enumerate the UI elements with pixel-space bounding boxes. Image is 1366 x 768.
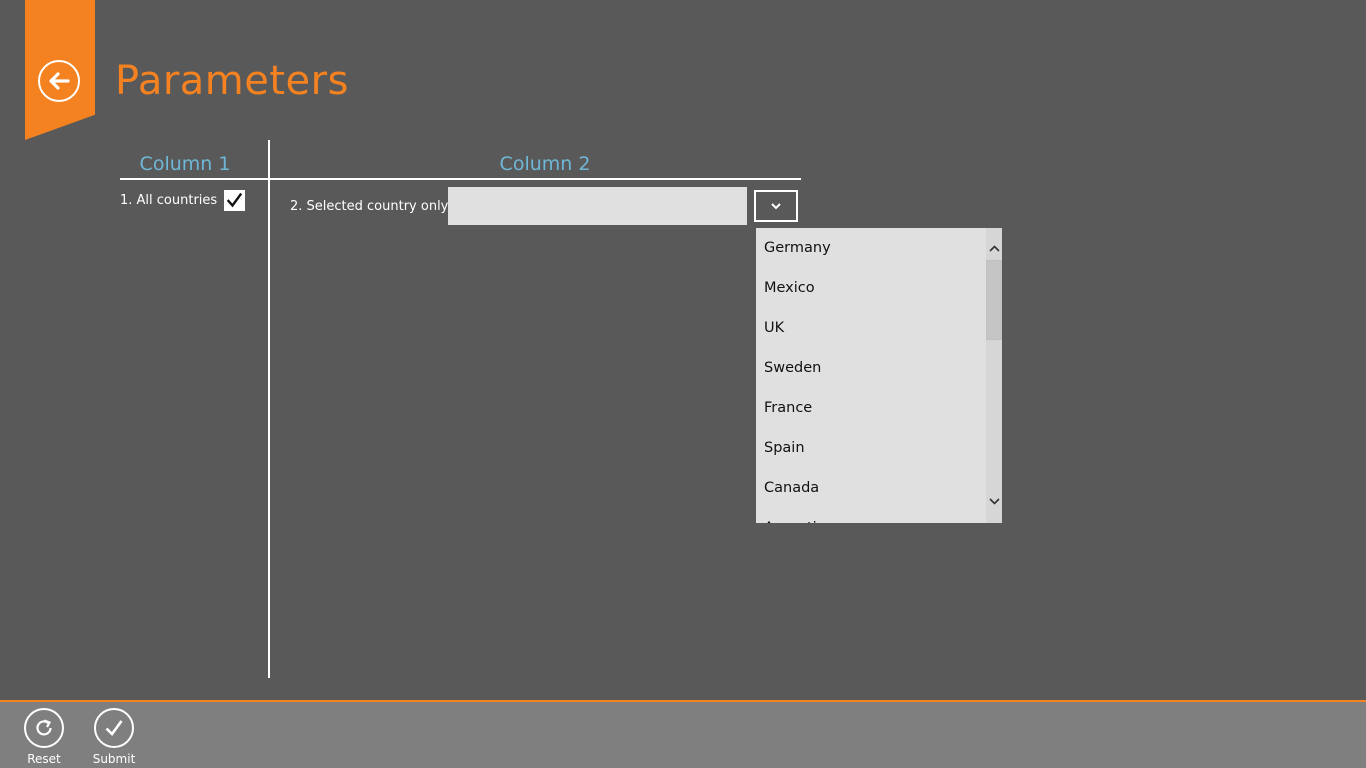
reset-button[interactable]: Reset <box>14 708 74 766</box>
reset-label: Reset <box>27 752 61 766</box>
list-item[interactable]: UK <box>764 308 784 348</box>
scroll-up-icon[interactable] <box>988 243 1000 253</box>
app-bar: Reset Submit <box>0 702 1366 768</box>
list-item[interactable]: Argentina <box>764 508 835 523</box>
column-2-divider <box>270 178 801 180</box>
country-dropdown-button[interactable] <box>754 190 798 222</box>
checkmark-circle-icon <box>94 708 134 748</box>
column-separator <box>268 140 270 678</box>
list-item[interactable]: Spain <box>764 428 805 468</box>
selected-country-input[interactable] <box>448 187 747 225</box>
arrow-left-icon <box>49 72 70 90</box>
all-countries-checkbox[interactable] <box>224 190 245 211</box>
chevron-down-icon <box>771 203 781 210</box>
selected-country-label: 2. Selected country only <box>290 199 449 214</box>
scrollbar-thumb[interactable] <box>986 260 1002 340</box>
submit-button[interactable]: Submit <box>84 708 144 766</box>
column-2-header: Column 2 <box>499 153 591 175</box>
submit-label: Submit <box>92 752 136 766</box>
country-dropdown-list[interactable]: Germany Mexico UK Sweden France Spain Ca… <box>756 228 1002 523</box>
all-countries-label: 1. All countries <box>120 193 218 208</box>
scroll-down-icon[interactable] <box>988 496 1000 506</box>
refresh-icon <box>24 708 64 748</box>
page-title: Parameters <box>115 58 349 104</box>
list-item[interactable]: Sweden <box>764 348 821 388</box>
column-1-divider <box>120 178 270 180</box>
list-item[interactable]: Canada <box>764 468 819 508</box>
list-item[interactable]: France <box>764 388 812 428</box>
list-item[interactable]: Germany <box>764 228 831 268</box>
back-button[interactable] <box>38 60 80 102</box>
checkmark-icon <box>226 192 243 208</box>
list-item[interactable]: Mexico <box>764 268 815 308</box>
column-1-header: Column 1 <box>139 153 231 175</box>
